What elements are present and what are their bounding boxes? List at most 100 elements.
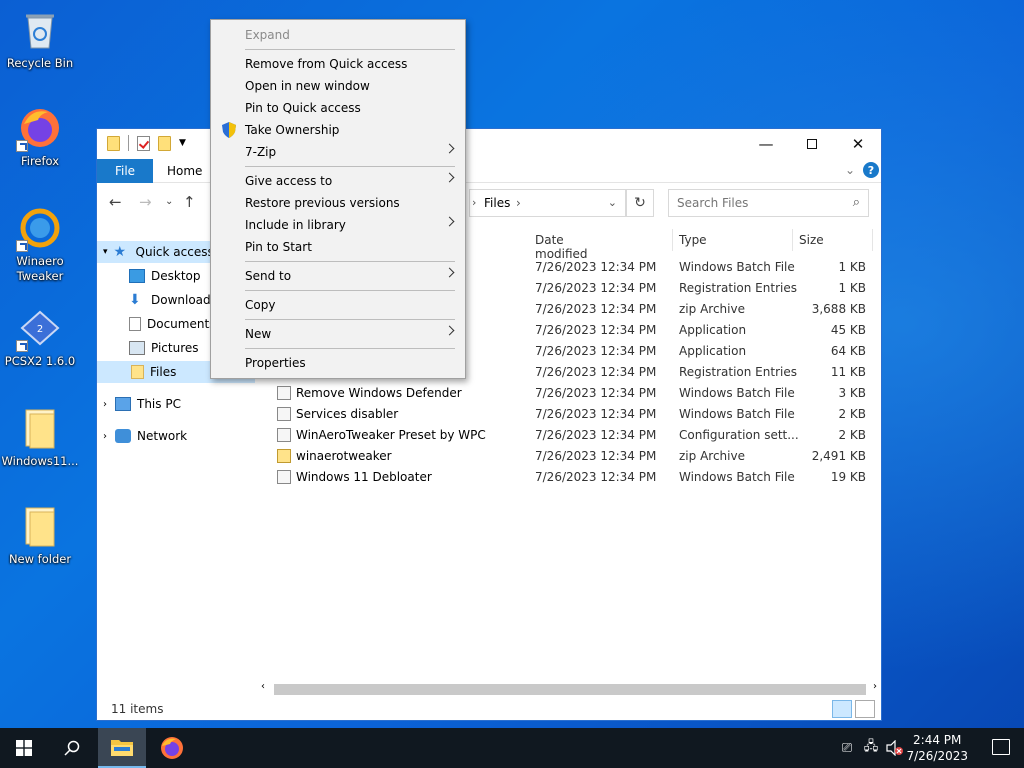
close-button[interactable]: ✕ bbox=[835, 129, 881, 159]
menu-separator bbox=[245, 261, 455, 262]
search-box[interactable]: ⌕ bbox=[668, 189, 869, 217]
desktop-icon-firefox[interactable]: Firefox bbox=[0, 106, 80, 169]
up-arrow-icon[interactable]: ↑ bbox=[183, 193, 196, 211]
column-size[interactable]: Size bbox=[799, 233, 824, 247]
taskbar-firefox[interactable] bbox=[148, 728, 196, 768]
column-divider[interactable] bbox=[672, 229, 673, 251]
winaero-icon bbox=[16, 206, 62, 252]
help-button[interactable]: ? bbox=[863, 162, 879, 178]
column-divider[interactable] bbox=[792, 229, 793, 251]
search-input[interactable] bbox=[677, 196, 837, 210]
desktop-icon-label: Windows11... bbox=[1, 454, 79, 468]
menu-item-properties[interactable]: Properties bbox=[211, 352, 465, 374]
system-clock[interactable]: 2:44 PM 7/26/2023 bbox=[906, 732, 968, 764]
menu-item-send-to[interactable]: Send to bbox=[211, 265, 465, 287]
forward-arrow-icon[interactable]: → bbox=[139, 193, 152, 211]
type-cell: Windows Batch File bbox=[679, 386, 795, 400]
menu-item-label: Properties bbox=[245, 356, 306, 370]
menu-item-new[interactable]: New bbox=[211, 323, 465, 345]
tab-file[interactable]: File bbox=[97, 159, 153, 183]
scroll-right-arrow-icon[interactable]: › bbox=[873, 681, 877, 692]
network-status-icon[interactable]: 🖧 bbox=[862, 728, 880, 768]
date-cell: 7/26/2023 12:34 PM bbox=[535, 365, 657, 379]
tab-home[interactable]: Home bbox=[167, 164, 202, 178]
menu-item-remove-quick-access[interactable]: Remove from Quick access bbox=[211, 53, 465, 75]
type-cell: Windows Batch File bbox=[679, 470, 795, 484]
type-cell: zip Archive bbox=[679, 302, 745, 316]
scrollbar-thumb[interactable] bbox=[274, 684, 866, 695]
minimize-button[interactable]: — bbox=[743, 129, 789, 159]
context-menu: Expand Remove from Quick access Open in … bbox=[210, 19, 466, 379]
menu-item-pin-start[interactable]: Pin to Start bbox=[211, 236, 465, 258]
submenu-chevron-icon bbox=[444, 325, 455, 336]
menu-item-label: Remove from Quick access bbox=[245, 57, 408, 71]
clock-time: 2:44 PM bbox=[913, 733, 962, 747]
uac-shield-icon bbox=[222, 122, 236, 138]
address-dropdown-chevron-icon[interactable]: ⌄ bbox=[608, 196, 617, 209]
volume-muted-icon[interactable] bbox=[886, 728, 904, 768]
refresh-button[interactable]: ↻ bbox=[626, 189, 654, 217]
taskbar-file-explorer[interactable] bbox=[98, 728, 146, 768]
details-view-button[interactable] bbox=[832, 700, 852, 718]
type-cell: Registration Entries bbox=[679, 365, 797, 379]
batch-file-icon bbox=[277, 386, 291, 400]
menu-item-7zip[interactable]: 7-Zip bbox=[211, 141, 465, 163]
back-arrow-icon[interactable]: ← bbox=[109, 193, 122, 211]
menu-item-restore-previous[interactable]: Restore previous versions bbox=[211, 192, 465, 214]
menu-separator bbox=[245, 348, 455, 349]
table-row[interactable]: winaerotweaker 7/26/2023 12:34 PM zip Arch… bbox=[97, 446, 881, 467]
table-row[interactable]: WinAeroTweaker Preset by WPC 7/26/2023 12… bbox=[97, 425, 881, 446]
date-cell: 7/26/2023 12:34 PM bbox=[535, 407, 657, 421]
breadcrumb-current[interactable]: Files bbox=[484, 196, 510, 210]
menu-item-open-new-window[interactable]: Open in new window bbox=[211, 75, 465, 97]
desktop-icon-label: New folder bbox=[8, 552, 72, 566]
desktop-icon-winaero-tweaker[interactable]: Winaero Tweaker bbox=[0, 206, 80, 284]
recent-locations-chevron-icon[interactable]: ⌄ bbox=[165, 196, 173, 207]
search-icon bbox=[64, 740, 80, 756]
separator bbox=[128, 135, 129, 151]
address-bar[interactable]: › Files › ⌄ bbox=[469, 189, 626, 217]
table-row[interactable]: Windows 11 Debloater 7/26/2023 12:34 PM Wi… bbox=[97, 467, 881, 488]
menu-item-take-ownership[interactable]: Take Ownership bbox=[211, 119, 465, 141]
menu-item-label: Copy bbox=[245, 298, 276, 312]
desktop-icon-pcsx2[interactable]: 2 PCSX2 1.6.0 bbox=[0, 306, 80, 369]
search-button[interactable] bbox=[48, 728, 96, 768]
customize-toolbar-chevron-icon[interactable]: ▼ bbox=[179, 138, 186, 148]
submenu-chevron-icon bbox=[444, 172, 455, 183]
properties-icon[interactable] bbox=[137, 135, 150, 151]
start-button[interactable] bbox=[0, 728, 48, 768]
large-icons-view-button[interactable] bbox=[855, 700, 875, 718]
menu-item-give-access[interactable]: Give access to bbox=[211, 170, 465, 192]
menu-item-label: 7-Zip bbox=[245, 145, 277, 159]
date-cell: 7/26/2023 12:34 PM bbox=[535, 449, 657, 463]
menu-item-include-library[interactable]: Include in library bbox=[211, 214, 465, 236]
new-folder-icon[interactable] bbox=[158, 135, 171, 151]
expand-ribbon-chevron-icon[interactable]: ⌄ bbox=[845, 163, 855, 177]
breadcrumb-separator-icon: › bbox=[472, 196, 477, 209]
menu-item-pin-quick-access[interactable]: Pin to Quick access bbox=[211, 97, 465, 119]
table-row[interactable]: Services disabler 7/26/2023 12:34 PM Windo… bbox=[97, 404, 881, 425]
windows-logo-icon bbox=[16, 740, 32, 756]
name-cell: Services disabler bbox=[296, 407, 399, 421]
meet-now-icon[interactable]: ⎚ bbox=[838, 728, 856, 768]
type-cell: zip Archive bbox=[679, 449, 745, 463]
taskbar: ⎚ 🖧 2:44 PM 7/26/2023 bbox=[0, 728, 1024, 768]
desktop-icon-label: Winaero Tweaker bbox=[16, 254, 64, 283]
batch-file-icon bbox=[277, 407, 291, 421]
horizontal-scrollbar[interactable]: ‹ › bbox=[257, 681, 881, 698]
menu-item-expand[interactable]: Expand bbox=[211, 24, 465, 46]
size-cell: 2,491 KB bbox=[811, 449, 866, 463]
scroll-left-arrow-icon[interactable]: ‹ bbox=[261, 681, 265, 692]
file-explorer-icon bbox=[111, 740, 133, 756]
maximize-button[interactable] bbox=[789, 129, 835, 159]
column-type[interactable]: Type bbox=[679, 233, 707, 247]
desktop-icon-recycle-bin[interactable]: Recycle Bin bbox=[0, 8, 80, 71]
menu-item-copy[interactable]: Copy bbox=[211, 294, 465, 316]
desktop-icon-new-folder[interactable]: New folder bbox=[0, 504, 80, 567]
collapse-chevron-icon[interactable]: ▾ bbox=[103, 247, 108, 257]
column-divider[interactable] bbox=[872, 229, 873, 251]
table-row[interactable]: Remove Windows Defender 7/26/2023 12:34 P… bbox=[97, 383, 881, 404]
desktop-icon-windows11-folder[interactable]: Windows11... bbox=[0, 406, 80, 469]
notification-center-icon[interactable] bbox=[992, 739, 1010, 755]
submenu-chevron-icon bbox=[444, 267, 455, 278]
